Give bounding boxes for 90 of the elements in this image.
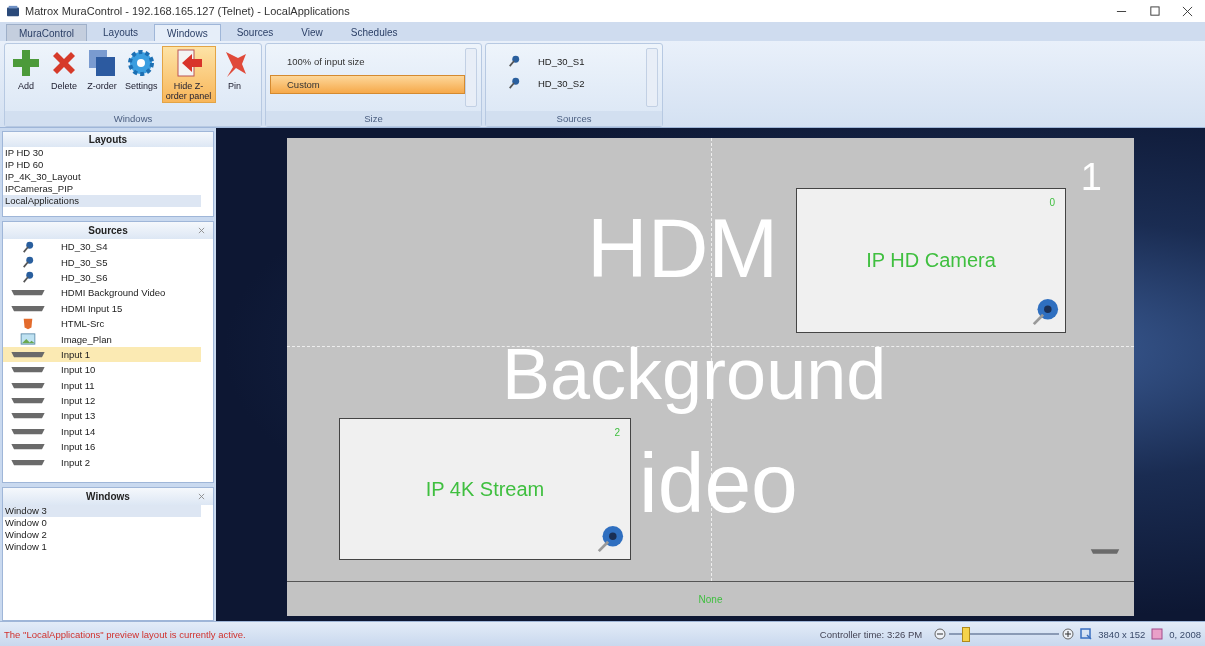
connector-icon (10, 350, 46, 358)
connector-icon (10, 397, 46, 405)
source-row[interactable]: Input 14 (3, 423, 201, 440)
image-icon (20, 333, 36, 346)
layout-item[interactable]: LocalApplications (3, 195, 201, 207)
background-source-label: Background (502, 333, 887, 415)
source-row[interactable]: Image_Plan (3, 331, 201, 347)
connector-icon (10, 289, 46, 297)
window-item[interactable]: Window 3 (3, 505, 201, 517)
source-item[interactable]: HD_30_S2 (538, 77, 585, 89)
layout-item[interactable]: IP HD 30 (3, 147, 201, 159)
panel-header: Windows (86, 491, 130, 502)
resolution-icon (1080, 628, 1093, 640)
size-option[interactable]: Custom (270, 75, 465, 94)
stream-icon (22, 240, 34, 253)
source-row[interactable]: Input 16 (3, 439, 201, 455)
ribbon-button[interactable]: Settings (121, 46, 162, 93)
ribbon-tab[interactable]: Sources (224, 24, 286, 41)
background-source-label: ideo (639, 438, 798, 528)
maximize-icon[interactable] (1149, 5, 1160, 17)
stream-icon (508, 77, 520, 89)
stream-icon (508, 55, 520, 67)
ribbon-button[interactable]: Hide Z-order panel (161, 46, 216, 103)
layout-item[interactable]: IP HD 60 (3, 159, 201, 171)
connector-icon (10, 304, 46, 312)
window-title: Matrox MuraControl - 192.168.165.127 (Telnet) - LocalApplications (25, 5, 350, 17)
layout-item[interactable]: IP_4K_30_Layout (3, 171, 201, 183)
connector-icon (10, 412, 46, 420)
window-item[interactable]: Window 2 (3, 529, 201, 541)
ribbon-button[interactable]: Delete (45, 46, 83, 93)
window-item[interactable]: Window 1 (3, 541, 201, 553)
stream-icon (22, 271, 34, 284)
ribbon-button[interactable]: Pin (215, 46, 254, 93)
zoom-out-icon[interactable] (934, 628, 947, 640)
background-source-label: HDM (587, 203, 779, 293)
window-item[interactable]: Window 0 (3, 517, 201, 529)
connector-icon (10, 443, 46, 451)
position-icon (1151, 628, 1164, 640)
source-row[interactable]: Input 2 (3, 454, 201, 470)
source-row[interactable]: Input 12 (3, 392, 201, 409)
position-text: 0, 2008 (1169, 628, 1201, 640)
globe-key-icon (1031, 298, 1059, 326)
ribbon-tab[interactable]: Schedules (338, 24, 410, 41)
window-source-label: IP 4K Stream (425, 477, 545, 501)
ribbon-tab[interactable]: Layouts (91, 24, 151, 41)
connector-icon (10, 381, 46, 389)
connector-icon (10, 458, 46, 466)
screen-number: 1 (1080, 156, 1102, 199)
layers-icon (87, 48, 117, 78)
group-label: Sources (486, 111, 662, 126)
layout-item[interactable]: IPCameras_PIP (3, 183, 201, 195)
ribbon-button[interactable]: Add (7, 46, 45, 93)
shield-icon (22, 317, 34, 330)
panel-header: Sources (88, 225, 128, 236)
window-source-label: IP HD Camera (866, 249, 996, 272)
controller-time: Controller time: 3:26 PM (819, 628, 923, 640)
resolution-text: 3840 x 152 (1098, 628, 1146, 640)
source-row[interactable]: HD_30_S4 (3, 239, 201, 255)
source-row[interactable]: Input 13 (3, 408, 201, 424)
app-icon (6, 5, 20, 17)
source-item[interactable]: HD_30_S1 (538, 55, 585, 67)
ribbon-tab[interactable]: MuraControl (6, 24, 88, 41)
panel-header: Layouts (3, 132, 213, 147)
ribbon-button[interactable]: Z-order (83, 46, 121, 93)
settings-icon (126, 48, 157, 78)
close-icon[interactable] (1182, 5, 1193, 17)
source-row[interactable]: HTML-Src (3, 315, 201, 332)
zoom-in-icon[interactable] (1062, 628, 1075, 640)
size-option[interactable]: 100% of input size (270, 52, 465, 71)
source-row[interactable]: HDMI Input 15 (3, 300, 201, 316)
connector-icon (1090, 548, 1120, 555)
group-label: Size (266, 111, 481, 126)
connector-icon (10, 427, 46, 435)
ribbon-tab[interactable]: View (289, 24, 335, 41)
source-row[interactable]: Input 10 (3, 362, 201, 378)
status-message: The "LocalApplications" preview layout is currently active. (4, 628, 246, 640)
globe-key-icon (596, 525, 624, 553)
source-row[interactable]: HDMI Background Video (3, 285, 201, 301)
window-index: 0 (1049, 197, 1055, 208)
source-row[interactable]: Input 1 (3, 346, 201, 363)
ribbon-tab[interactable]: Windows (154, 24, 221, 41)
source-row[interactable]: Input 11 (3, 377, 201, 393)
source-row[interactable]: HD_30_S6 (3, 269, 201, 286)
source-row[interactable]: HD_30_S5 (3, 254, 201, 270)
plus-icon (11, 48, 41, 78)
group-label: Windows (5, 111, 261, 126)
stream-icon (22, 256, 34, 269)
window-index: 2 (614, 427, 620, 438)
connector-icon (10, 366, 46, 374)
footer-source-label: None (698, 593, 723, 605)
